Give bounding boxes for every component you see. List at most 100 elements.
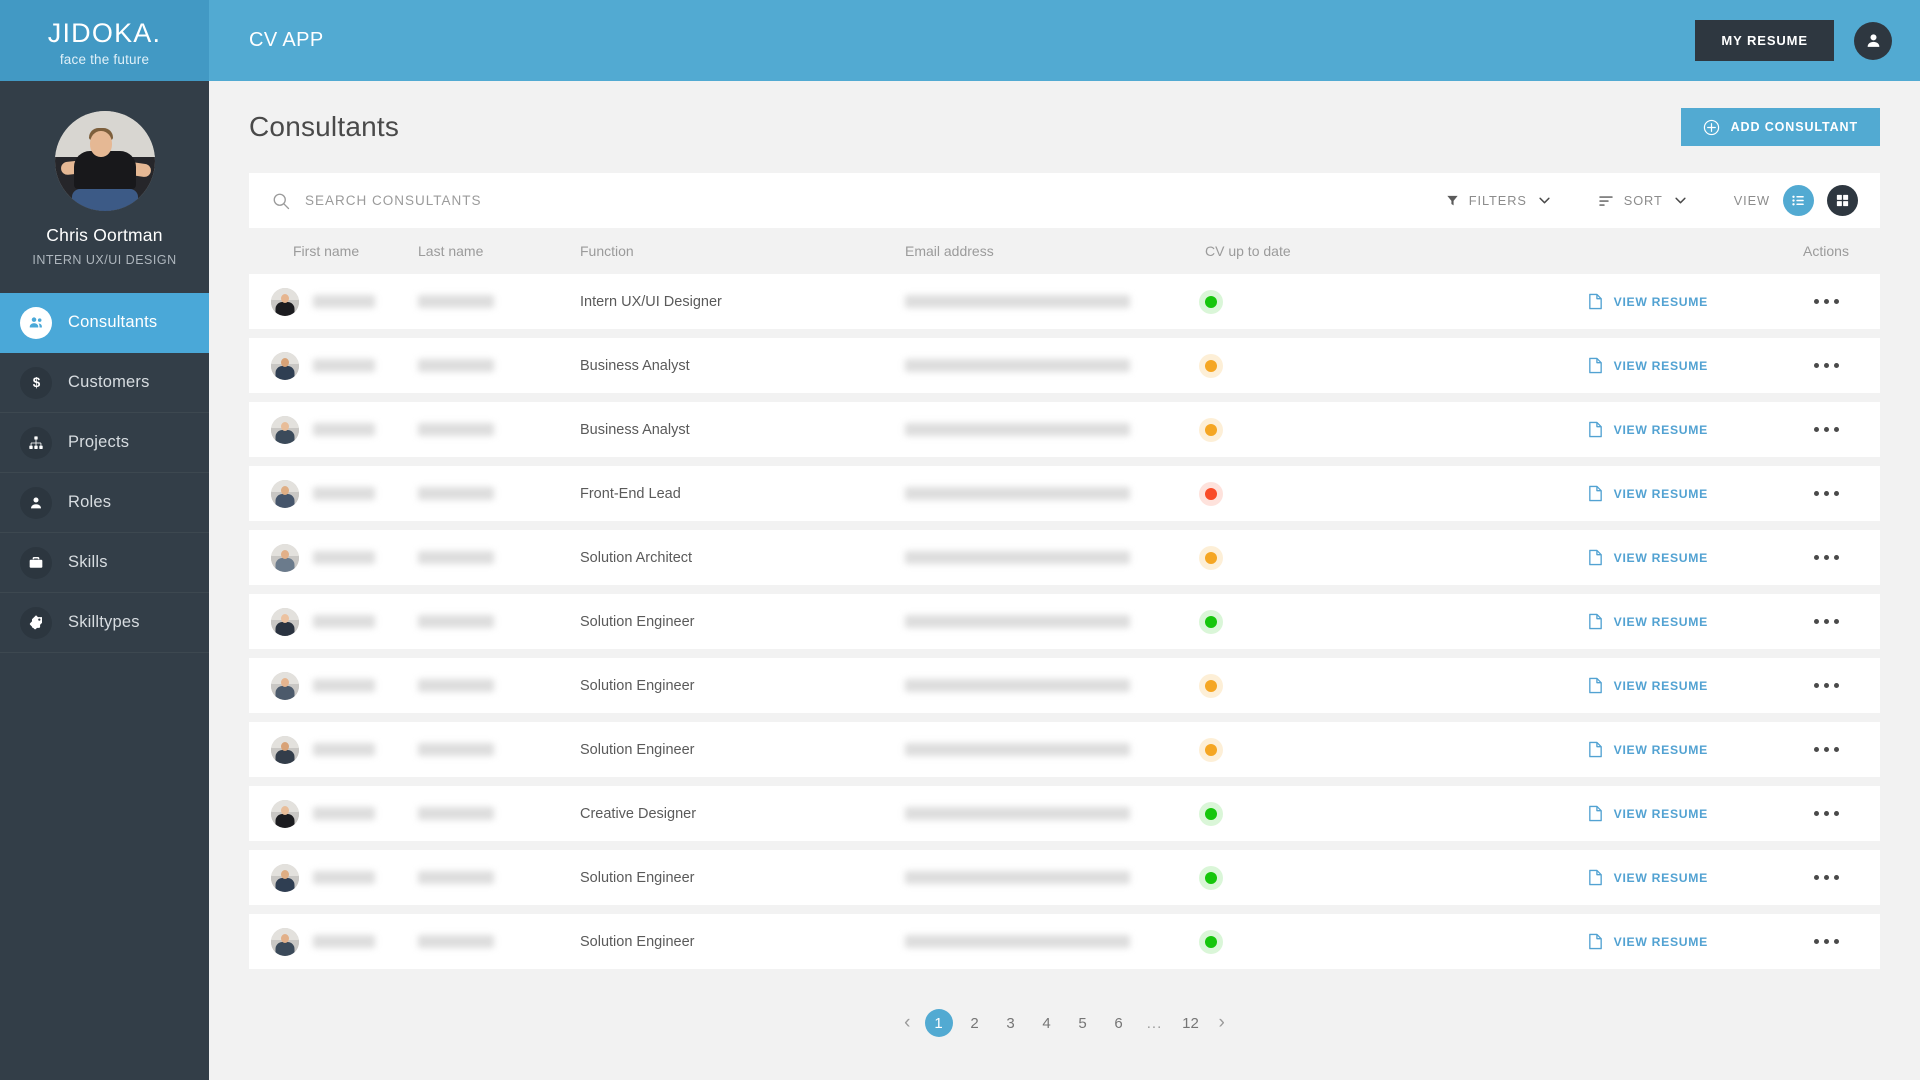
kebab-menu-icon[interactable] <box>1813 619 1839 624</box>
pagination-page-6[interactable]: 6 <box>1105 1009 1133 1037</box>
table-row[interactable]: Name Lastname Front-End Lead name.surname@m… <box>249 466 1880 521</box>
view-resume-button[interactable]: VIEW RESUME <box>1588 677 1708 694</box>
table-row[interactable]: Name Lastname Business Analyst name.surname… <box>249 338 1880 393</box>
sort-button[interactable]: SORT <box>1598 193 1688 209</box>
sidebar-item-customers[interactable]: $ Customers <box>0 353 209 413</box>
status-dot-red <box>1205 487 1217 500</box>
row-cv-status-cell <box>1205 935 1585 948</box>
row-function: Front-End Lead <box>580 485 681 502</box>
status-dot-orange <box>1205 423 1217 436</box>
row-last-name-cell: Lastname <box>418 485 580 503</box>
view-resume-button[interactable]: VIEW RESUME <box>1588 549 1708 566</box>
view-list-button[interactable] <box>1783 185 1814 216</box>
table-row[interactable]: Name Lastname Solution Engineer name.surnam… <box>249 722 1880 777</box>
brand-logo[interactable]: JIDOKA. face the future <box>0 0 209 81</box>
pagination-next[interactable]: › <box>1213 1012 1231 1034</box>
row-avatar-icon <box>271 927 299 956</box>
status-dot-green <box>1205 615 1217 628</box>
view-resume-button[interactable]: VIEW RESUME <box>1588 485 1708 502</box>
kebab-menu-icon[interactable] <box>1813 555 1839 560</box>
row-first-name: Name <box>313 871 375 884</box>
sort-lines-icon <box>1599 195 1613 206</box>
document-icon <box>1588 741 1602 758</box>
view-resume-button[interactable]: VIEW RESUME <box>1588 421 1708 438</box>
view-label: VIEW <box>1733 193 1770 208</box>
kebab-menu-icon[interactable] <box>1813 939 1839 944</box>
view-grid-button[interactable] <box>1827 185 1858 216</box>
row-first-name: Name <box>313 807 375 820</box>
row-last-name: Lastname <box>418 614 494 628</box>
table-row[interactable]: Name Lastname Business Analyst name.surname… <box>249 402 1880 457</box>
kebab-menu-icon[interactable] <box>1813 811 1839 816</box>
pagination-prev[interactable]: ‹ <box>898 1012 916 1034</box>
search-input[interactable] <box>305 185 765 216</box>
row-first-name-cell: Name <box>271 799 418 828</box>
table-header: First name Last name Function Email addr… <box>249 228 1880 274</box>
view-resume-button[interactable]: VIEW RESUME <box>1588 741 1708 758</box>
sidebar-item-label: Consultants <box>68 313 158 331</box>
row-actions-cell <box>1794 363 1858 368</box>
table-row[interactable]: Name Lastname Solution Architect name.surna… <box>249 530 1880 585</box>
row-first-name-cell: Name <box>271 479 418 508</box>
row-resume-cell: VIEW RESUME <box>1585 293 1794 310</box>
sidebar-item-skills[interactable]: Skills <box>0 533 209 593</box>
pagination-page-3[interactable]: 3 <box>997 1009 1025 1037</box>
row-resume-cell: VIEW RESUME <box>1585 741 1794 758</box>
view-resume-button[interactable]: VIEW RESUME <box>1588 293 1708 310</box>
row-last-name: Lastname <box>418 422 494 436</box>
document-icon <box>1588 357 1602 374</box>
document-icon <box>1588 677 1602 694</box>
table-row[interactable]: Name Lastname Solution Engineer name.surnam… <box>249 914 1880 969</box>
topbar-actions: MY RESUME <box>1695 20 1892 61</box>
view-resume-button[interactable]: VIEW RESUME <box>1588 933 1708 950</box>
view-resume-button[interactable]: VIEW RESUME <box>1588 357 1708 374</box>
table-row[interactable]: Name Lastname Solution Engineer name.surnam… <box>249 850 1880 905</box>
sort-label: SORT <box>1623 193 1663 208</box>
sidebar-item-label: Projects <box>68 433 130 451</box>
row-last-name: Lastname <box>418 742 494 756</box>
kebab-menu-icon[interactable] <box>1813 683 1839 688</box>
kebab-menu-icon[interactable] <box>1813 427 1839 432</box>
pagination-page-5[interactable]: 5 <box>1069 1009 1097 1037</box>
row-first-name-cell: Name <box>271 735 418 764</box>
column-function: Function <box>580 243 634 259</box>
pagination-page-2[interactable]: 2 <box>961 1009 989 1037</box>
sidebar-item-projects[interactable]: Projects <box>0 413 209 473</box>
row-first-name-cell: Name <box>271 415 418 444</box>
view-resume-button[interactable]: VIEW RESUME <box>1588 805 1708 822</box>
row-resume-cell: VIEW RESUME <box>1585 485 1794 502</box>
my-resume-button[interactable]: MY RESUME <box>1695 20 1834 61</box>
kebab-menu-icon[interactable] <box>1813 363 1839 368</box>
sidebar-item-label: Customers <box>68 373 150 391</box>
view-resume-button[interactable]: VIEW RESUME <box>1588 869 1708 886</box>
row-first-name: Name <box>313 935 375 948</box>
pagination-page-1[interactable]: 1 <box>924 1009 953 1037</box>
kebab-menu-icon[interactable] <box>1813 491 1839 496</box>
add-consultant-button[interactable]: ADD CONSULTANT <box>1680 108 1880 146</box>
kebab-menu-icon[interactable] <box>1813 875 1839 880</box>
pagination-page-4[interactable]: 4 <box>1033 1009 1061 1037</box>
sidebar-item-roles[interactable]: Roles <box>0 473 209 533</box>
sidebar-item-skilltypes[interactable]: Skilltypes <box>0 593 209 653</box>
view-resume-button[interactable]: VIEW RESUME <box>1588 613 1708 630</box>
view-resume-label: VIEW RESUME <box>1613 934 1708 949</box>
filters-button[interactable]: FILTERS <box>1446 193 1552 208</box>
row-email: name.surname@mail.com <box>905 486 1130 500</box>
table-row[interactable]: Name Lastname Solution Engineer name.surnam… <box>249 594 1880 649</box>
svg-text:$: $ <box>32 375 40 390</box>
pagination-page-12[interactable]: 12 <box>1177 1009 1205 1037</box>
kebab-menu-icon[interactable] <box>1813 747 1839 752</box>
sidebar-item-consultants[interactable]: Consultants <box>0 293 209 353</box>
row-first-name: Name <box>313 423 375 436</box>
status-badge <box>1205 615 1585 628</box>
row-function-cell: Solution Engineer <box>580 613 905 631</box>
table-row[interactable]: Name Lastname Creative Designer name.surnam… <box>249 786 1880 841</box>
row-function-cell: Solution Engineer <box>580 741 905 759</box>
kebab-menu-icon[interactable] <box>1813 299 1839 304</box>
table-row[interactable]: Name Lastname Solution Engineer name.surnam… <box>249 658 1880 713</box>
user-avatar-button[interactable] <box>1854 21 1892 60</box>
row-resume-cell: VIEW RESUME <box>1585 805 1794 822</box>
document-icon <box>1588 613 1602 630</box>
table-row[interactable]: Name Lastname Intern UX/UI Designer name.su… <box>249 274 1880 329</box>
pagination-ellipsis: ... <box>1146 1014 1163 1032</box>
